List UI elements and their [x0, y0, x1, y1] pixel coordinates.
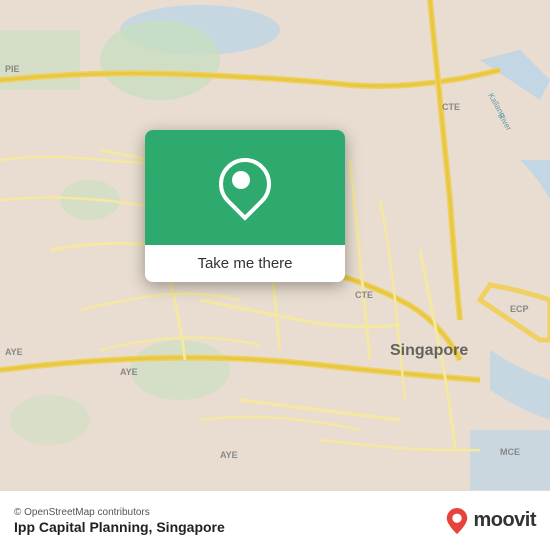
svg-text:PIE: PIE — [5, 64, 20, 74]
svg-text:CTE: CTE — [442, 102, 460, 112]
svg-text:CTE: CTE — [355, 290, 373, 300]
take-me-there-button[interactable]: Take me there — [145, 245, 345, 282]
osm-credit: © OpenStreetMap contributors — [14, 507, 225, 518]
svg-text:Singapore: Singapore — [390, 342, 468, 359]
popup-header — [145, 130, 345, 245]
svg-text:MCE: MCE — [500, 447, 520, 457]
svg-text:ECP: ECP — [510, 304, 529, 314]
location-pin-icon — [219, 158, 271, 218]
moovit-logo: moovit — [446, 508, 536, 534]
map-container: PIE CTE CTE AYE AYE AYE ECP MCE Singapor… — [0, 0, 550, 490]
moovit-brand-text: moovit — [473, 509, 536, 532]
svg-text:AYE: AYE — [5, 347, 23, 357]
location-popup: Take me there — [145, 130, 345, 282]
moovit-pin-icon — [446, 508, 468, 534]
place-name: Ipp Capital Planning, Singapore — [14, 519, 225, 535]
bottom-left-info: © OpenStreetMap contributors Ipp Capital… — [14, 507, 225, 535]
svg-text:AYE: AYE — [120, 367, 138, 377]
bottom-bar: © OpenStreetMap contributors Ipp Capital… — [0, 490, 550, 550]
svg-text:AYE: AYE — [220, 450, 238, 460]
